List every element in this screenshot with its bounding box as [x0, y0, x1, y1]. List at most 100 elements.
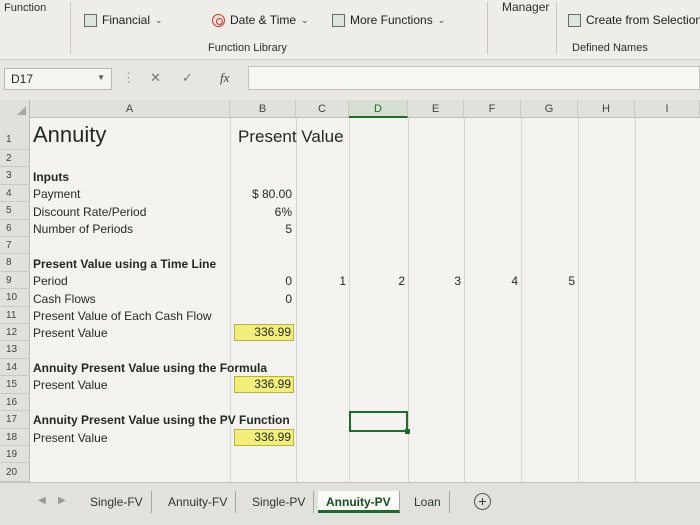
row-header[interactable]: 14 [0, 359, 30, 376]
payment-label: Payment [33, 187, 81, 201]
column-header-f[interactable]: F [464, 100, 521, 118]
column-header-d[interactable]: D [349, 100, 408, 118]
insert-function-icon[interactable]: fx [220, 70, 229, 86]
formula-bar: D17 ▼ ⋮ ✕ ✓ fx [0, 60, 700, 98]
active-cell-selection[interactable] [349, 411, 410, 434]
period-cell[interactable]: 2 [349, 274, 405, 288]
column-header-h[interactable]: H [578, 100, 635, 118]
name-box[interactable]: D17 ▼ [4, 68, 112, 90]
clock-icon [212, 13, 225, 27]
sheet-tab-bar: ◀ ▶ Single-FV Annuity-FV Single-PV Annui… [0, 482, 700, 525]
chevron-down-icon[interactable]: ▼ [97, 73, 105, 82]
column-header-i[interactable]: I [635, 100, 700, 118]
add-sheet-icon[interactable]: + [474, 493, 491, 510]
row-header[interactable]: 9 [0, 272, 30, 289]
period-cell[interactable]: 1 [296, 274, 346, 288]
sheet-title: Annuity [33, 122, 107, 147]
tab-loan[interactable]: Loan [406, 491, 450, 513]
periods-label: Number of Periods [33, 222, 134, 236]
periods-value[interactable]: 5 [230, 222, 292, 236]
ribbon-separator [487, 2, 488, 54]
more-functions-icon [332, 13, 345, 27]
inputs-header: Inputs [33, 170, 69, 184]
gridline [521, 118, 522, 482]
create-from-selection-label: Create from Selection [586, 13, 700, 27]
gridline [408, 118, 409, 482]
cancel-icon[interactable]: ✕ [150, 70, 161, 86]
tab-scroll-right-icon[interactable]: ▶ [58, 495, 66, 506]
row-header[interactable]: 13 [0, 341, 30, 359]
row-header[interactable]: 18 [0, 429, 30, 446]
row-header[interactable]: 10 [0, 289, 30, 307]
discount-rate-label: Discount Rate/Period [33, 205, 147, 219]
tab-single-pv[interactable]: Single-PV [244, 491, 315, 513]
column-header-a[interactable]: A [30, 100, 230, 118]
present-value-label: Present Value [33, 431, 108, 445]
cash-flows-label: Cash Flows [33, 292, 96, 306]
pv-function-header: Annuity Present Value using the PV Funct… [33, 413, 290, 427]
more-functions-button[interactable]: More Functions ⌄ [332, 13, 445, 27]
period-cell[interactable]: 3 [408, 274, 461, 288]
present-value-highlight[interactable]: 336.99 [234, 376, 294, 393]
tab-annuity-fv[interactable]: Annuity-FV [160, 491, 237, 513]
column-header-b[interactable]: B [230, 100, 296, 118]
row-header[interactable]: 19 [0, 446, 30, 463]
create-from-selection-icon [568, 13, 581, 27]
row-header[interactable]: 7 [0, 237, 30, 254]
date-time-button[interactable]: Date & Time ⌄ [212, 13, 309, 27]
tab-annuity-pv[interactable]: Annuity-PV [318, 491, 400, 513]
tab-single-fv[interactable]: Single-FV [82, 491, 152, 513]
row-header[interactable]: 3 [0, 167, 30, 185]
row-header[interactable]: 17 [0, 411, 30, 429]
create-from-selection-button[interactable]: Create from Selection [568, 13, 700, 27]
cash-flow-cell[interactable]: 0 [230, 292, 292, 306]
discount-rate-value[interactable]: 6% [230, 205, 292, 219]
name-manager-button[interactable]: Manager [502, 0, 549, 14]
name-box-value: D17 [11, 72, 34, 86]
row-header[interactable]: 1 [0, 118, 30, 150]
chevron-down-icon: ⌄ [437, 14, 446, 25]
ribbon: Function Financial ⌄ Date & Time ⌄ More … [0, 0, 700, 60]
row-header[interactable]: 16 [0, 394, 30, 411]
row-header[interactable]: 2 [0, 150, 30, 167]
gridline [635, 118, 636, 482]
financial-button[interactable]: Financial ⌄ [84, 13, 163, 27]
gridline [578, 118, 579, 482]
enter-icon[interactable]: ✓ [182, 70, 193, 86]
present-value-highlight[interactable]: 336.99 [234, 324, 294, 341]
function-library-label: Function Library [208, 42, 287, 54]
row-header[interactable]: 8 [0, 254, 30, 272]
column-header-c[interactable]: C [296, 100, 349, 118]
period-cell[interactable]: 5 [521, 274, 575, 288]
present-value-label: Present Value [33, 378, 108, 392]
gridline [464, 118, 465, 482]
chevron-down-icon: ⌄ [301, 14, 309, 25]
row-header[interactable]: 6 [0, 220, 30, 237]
payment-value[interactable]: $ 80.00 [230, 187, 292, 201]
formula-input[interactable] [248, 66, 700, 90]
financial-label: Financial [102, 13, 151, 27]
column-header-bar: A B C D E F G H I [0, 100, 700, 118]
column-header-g[interactable]: G [521, 100, 578, 118]
more-functions-label: More Functions [350, 13, 433, 27]
more-options-icon[interactable]: ⋮ [122, 70, 135, 86]
select-all-button[interactable] [0, 100, 30, 118]
row-header[interactable]: 12 [0, 324, 30, 341]
ribbon-group-label: Function [4, 2, 47, 14]
column-header-e[interactable]: E [408, 100, 464, 118]
tab-scroll-left-icon[interactable]: ◀ [38, 495, 46, 506]
row-header[interactable]: 5 [0, 202, 30, 220]
worksheet-grid[interactable]: A B C D E F G H I 1 2 3 4 5 6 7 8 9 10 1… [0, 100, 700, 482]
row-header[interactable]: 4 [0, 185, 30, 202]
row-header[interactable]: 15 [0, 376, 30, 394]
date-time-label: Date & Time [230, 13, 297, 27]
pv-each-label: Present Value of Each Cash Flow [33, 309, 212, 323]
row-header[interactable]: 11 [0, 307, 30, 324]
row-header[interactable]: 20 [0, 463, 30, 482]
present-value-label: Present Value [33, 326, 108, 340]
present-value-highlight[interactable]: 336.99 [234, 429, 294, 446]
defined-names-label: Defined Names [572, 42, 648, 54]
period-cell[interactable]: 4 [464, 274, 518, 288]
sheet-subtitle: Present Value [238, 127, 344, 146]
period-cell[interactable]: 0 [230, 274, 292, 288]
